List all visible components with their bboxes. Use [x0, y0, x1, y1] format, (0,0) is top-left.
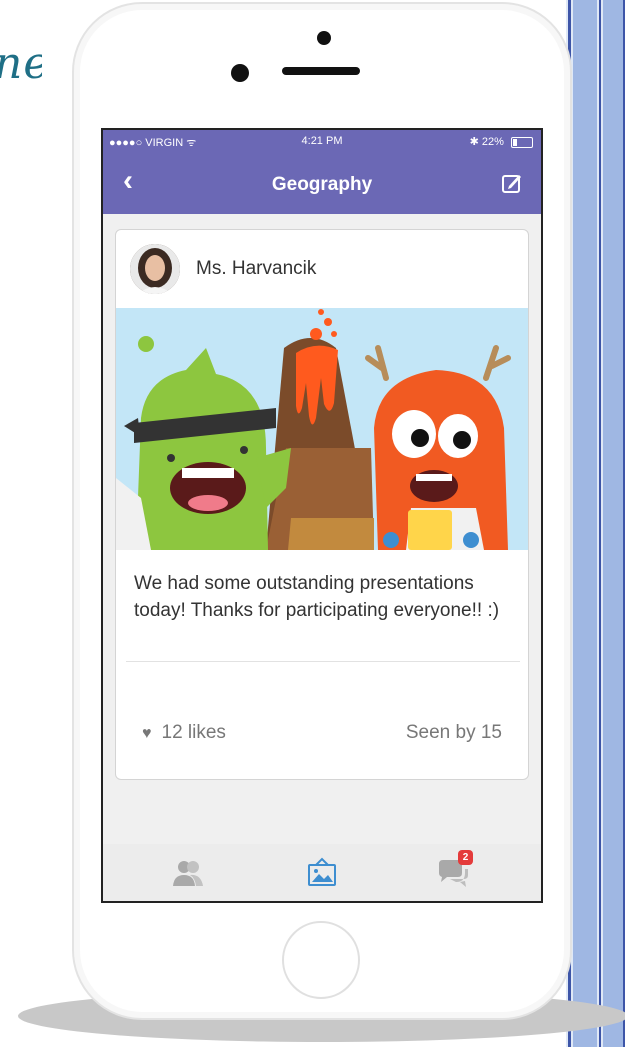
seen-count: Seen by 15 [405, 722, 502, 743]
like-button[interactable]: ♥ 12 likes [142, 722, 226, 744]
tab-bar: 2 [103, 844, 541, 901]
battery-percent: 22% [481, 136, 504, 148]
story-icon[interactable] [304, 856, 340, 892]
compose-icon[interactable] [501, 172, 523, 194]
home-button[interactable] [282, 921, 360, 999]
post-card: Ms. Harvancik We had some outstanding pr… [115, 229, 529, 780]
phone-sensor [231, 64, 249, 82]
nav-bar: ‹ Geography [103, 152, 541, 214]
author-name: Ms. Harvancik [196, 258, 317, 279]
post-illustration[interactable] [116, 308, 529, 550]
phone-camera [317, 31, 331, 45]
heart-icon: ♥ [142, 725, 152, 742]
app-screen: ●●●●○ VIRGIN ᯤ 4:21 PM ✱ 22% ‹ Geography [101, 128, 543, 903]
post-text: We had some outstanding presentations to… [134, 573, 500, 621]
battery-icon [511, 136, 533, 148]
messages-tab[interactable]: 2 [436, 850, 473, 892]
likes-count: 12 likes [161, 722, 226, 743]
divider [126, 661, 520, 662]
page-title: Geography [271, 174, 373, 195]
people-icon[interactable] [170, 856, 206, 892]
post-header: Ms. Harvancik [116, 230, 528, 307]
bluetooth-icon: ✱ [469, 136, 479, 148]
decorative-stripes [566, 0, 625, 1047]
phone-speaker [282, 67, 360, 75]
background-heading-fragment: ne [0, 38, 42, 98]
battery-status: ✱ 22% [470, 135, 533, 148]
status-bar: ●●●●○ VIRGIN ᯤ 4:21 PM ✱ 22% [103, 130, 541, 152]
notification-badge: 2 [458, 850, 473, 865]
avatar[interactable] [130, 244, 180, 294]
